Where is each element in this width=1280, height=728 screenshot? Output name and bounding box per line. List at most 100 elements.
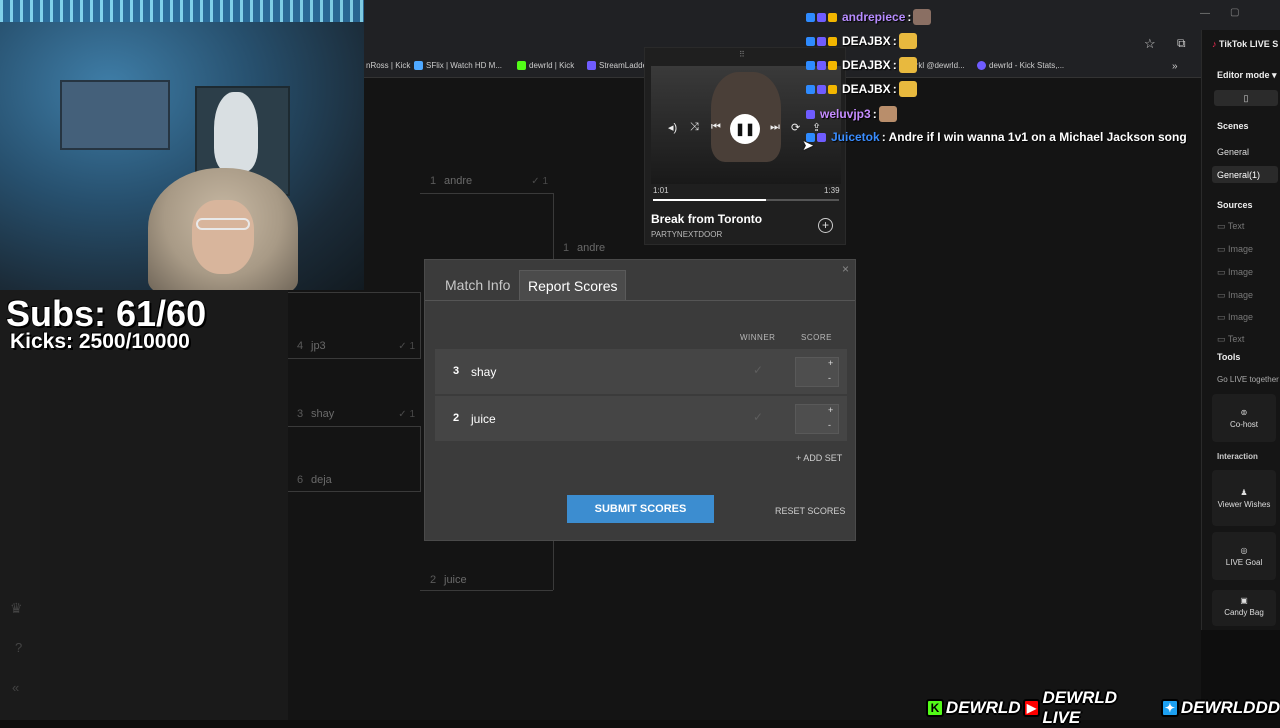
tab-report-scores[interactable]: Report Scores	[519, 270, 627, 300]
bookmark-item[interactable]: dewrld - Kick Stats,...	[977, 61, 1064, 70]
emote-icon	[878, 106, 897, 122]
volume-icon[interactable]: ◂)	[668, 121, 677, 134]
slot-check: ✓ 1	[398, 340, 415, 352]
badge-icon	[828, 12, 837, 22]
source-item[interactable]: ▭ Image	[1217, 312, 1253, 323]
player-row: 2 juice ✓ + -	[435, 396, 847, 442]
collapse-icon[interactable]: «	[12, 680, 19, 695]
slot-seed: 3	[297, 408, 304, 420]
source-label: Image	[1228, 267, 1254, 277]
cat-emote-icon	[898, 57, 917, 73]
candy-bag-button[interactable]: ▣ Candy Bag	[1212, 590, 1276, 626]
chat-message: DEAJBX :	[806, 33, 917, 49]
sflix-icon	[414, 61, 423, 70]
scene-item[interactable]: General	[1217, 147, 1249, 157]
badge-icon	[817, 60, 826, 70]
source-label: Image	[1228, 312, 1254, 322]
twitter-logo-icon: ✦	[1160, 699, 1179, 717]
viewer-wishes-button[interactable]: ♟ Viewer Wishes	[1212, 470, 1276, 526]
bracket-line	[420, 193, 553, 194]
help-icon[interactable]: ?	[15, 640, 22, 655]
live-goal-label: LIVE Goal	[1225, 557, 1263, 567]
crown-icon[interactable]: ♛	[10, 600, 23, 617]
maximize-icon[interactable]: ▢	[1230, 7, 1239, 18]
editor-mode-dropdown[interactable]: Editor mode ▾	[1217, 70, 1277, 81]
bookmark-star-icon[interactable]: ☆	[1144, 36, 1156, 52]
bracket-slot[interactable]: 4 jp3 ✓ 1	[297, 340, 415, 352]
badge-icon	[817, 132, 826, 142]
submit-scores-button[interactable]: SUBMIT SCORES	[567, 495, 714, 523]
player-seed: 2	[453, 412, 460, 424]
goose-poster	[214, 92, 258, 172]
tiktok-tab-title[interactable]: ♪ TikTok LIVE S	[1212, 39, 1278, 49]
score-column-header: SCORE	[801, 333, 832, 342]
bookmark-item[interactable]: dewrld | Kick	[517, 61, 574, 70]
score-decrement-button[interactable]: -	[828, 420, 831, 430]
cat-emote-icon	[898, 81, 917, 97]
add-to-library-icon[interactable]: +	[818, 218, 833, 233]
source-label: Text	[1227, 334, 1245, 344]
winner-check-icon[interactable]: ✓	[753, 363, 763, 377]
source-item[interactable]: ▭ Image	[1217, 244, 1253, 255]
scenes-heading: Scenes	[1217, 121, 1249, 131]
interaction-heading: Interaction	[1217, 452, 1258, 461]
bracket-slot[interactable]: 6 deja	[297, 474, 415, 486]
score-decrement-button[interactable]: -	[828, 373, 831, 383]
progress-bar[interactable]	[653, 199, 839, 201]
social-banner: K DEWRLD ▶ DEWRLD LIVE ✦ DEWRLDDD	[926, 688, 1280, 727]
cohost-button[interactable]: ⊚ Co-host	[1212, 394, 1276, 442]
scene-item-selected[interactable]: General(1)	[1212, 166, 1278, 183]
song-artist: PARTYNEXTDOOR	[651, 230, 723, 239]
slot-seed: 4	[297, 340, 304, 352]
drag-handle-icon[interactable]: ⠿	[739, 50, 745, 59]
live-goal-button[interactable]: ◎ LIVE Goal	[1212, 532, 1276, 580]
badge-icon	[817, 12, 826, 22]
next-track-icon[interactable]: ⏭	[770, 121, 780, 134]
source-item[interactable]: ▭ Image	[1217, 267, 1253, 278]
score-increment-button[interactable]: +	[828, 405, 833, 415]
reset-scores-button[interactable]: RESET SCORES	[775, 506, 845, 516]
slot-name: andre	[444, 175, 473, 187]
song-title: Break from Toronto	[651, 212, 763, 226]
slot-name: shay	[311, 408, 335, 420]
pause-button[interactable]: ❚❚	[730, 114, 760, 144]
total-time: 1:39	[824, 186, 840, 195]
slot-check: ✓ 1	[531, 175, 548, 187]
bracket-info-panel	[40, 290, 288, 720]
bookmark-item[interactable]: SFlix | Watch HD M...	[414, 61, 502, 70]
led-strip	[0, 0, 364, 22]
source-label: Image	[1228, 290, 1254, 300]
slot-seed: 6	[297, 474, 304, 486]
chat-message: andrepiece :	[806, 9, 932, 25]
minimize-icon[interactable]: —	[1200, 8, 1210, 19]
winner-column-header: WINNER	[740, 333, 776, 342]
bracket-slot[interactable]: 1 andre ✓ 1	[430, 175, 548, 187]
bracket-slot[interactable]: 1 andre	[563, 242, 643, 254]
close-icon[interactable]: ×	[842, 262, 849, 276]
winner-check-icon[interactable]: ✓	[753, 410, 763, 424]
score-increment-button[interactable]: +	[828, 358, 833, 368]
previous-track-icon[interactable]: ⏮	[711, 121, 721, 134]
more-bookmarks-icon[interactable]: »	[1172, 61, 1178, 72]
source-item[interactable]: ▭ Image	[1217, 290, 1253, 301]
bookmark-label: SFlix | Watch HD M...	[426, 61, 503, 70]
portrait-toggle-icon[interactable]: ▯	[1214, 90, 1278, 106]
extensions-icon[interactable]: ⧉	[1177, 36, 1186, 51]
shuffle-icon[interactable]: ⤨	[690, 121, 699, 134]
chat-username: weluvjp3	[820, 107, 871, 121]
bookmark-label: nRoss | Kick	[366, 61, 411, 70]
kick-icon	[517, 61, 526, 70]
tiktok-tab-label: TikTok LIVE S	[1219, 39, 1279, 49]
bookmark-item[interactable]: ...rkl @dewrld...	[909, 61, 965, 70]
bookmark-item[interactable]: nRoss | Kick	[366, 61, 410, 70]
bracket-slot[interactable]: 2 juice	[430, 574, 548, 586]
badge-icon	[806, 60, 815, 70]
left-sidebar: ♛ ? «	[0, 290, 40, 720]
tab-match-info[interactable]: Match Info	[437, 270, 518, 300]
badge-icon	[828, 60, 837, 70]
add-set-button[interactable]: + ADD SET	[796, 453, 842, 463]
bracket-slot[interactable]: 3 shay ✓ 1	[297, 408, 415, 420]
source-item[interactable]: ▭ Text	[1217, 221, 1244, 232]
repeat-icon[interactable]: ⟳	[791, 121, 800, 134]
go-live-together-label: Go LIVE together	[1217, 375, 1279, 384]
